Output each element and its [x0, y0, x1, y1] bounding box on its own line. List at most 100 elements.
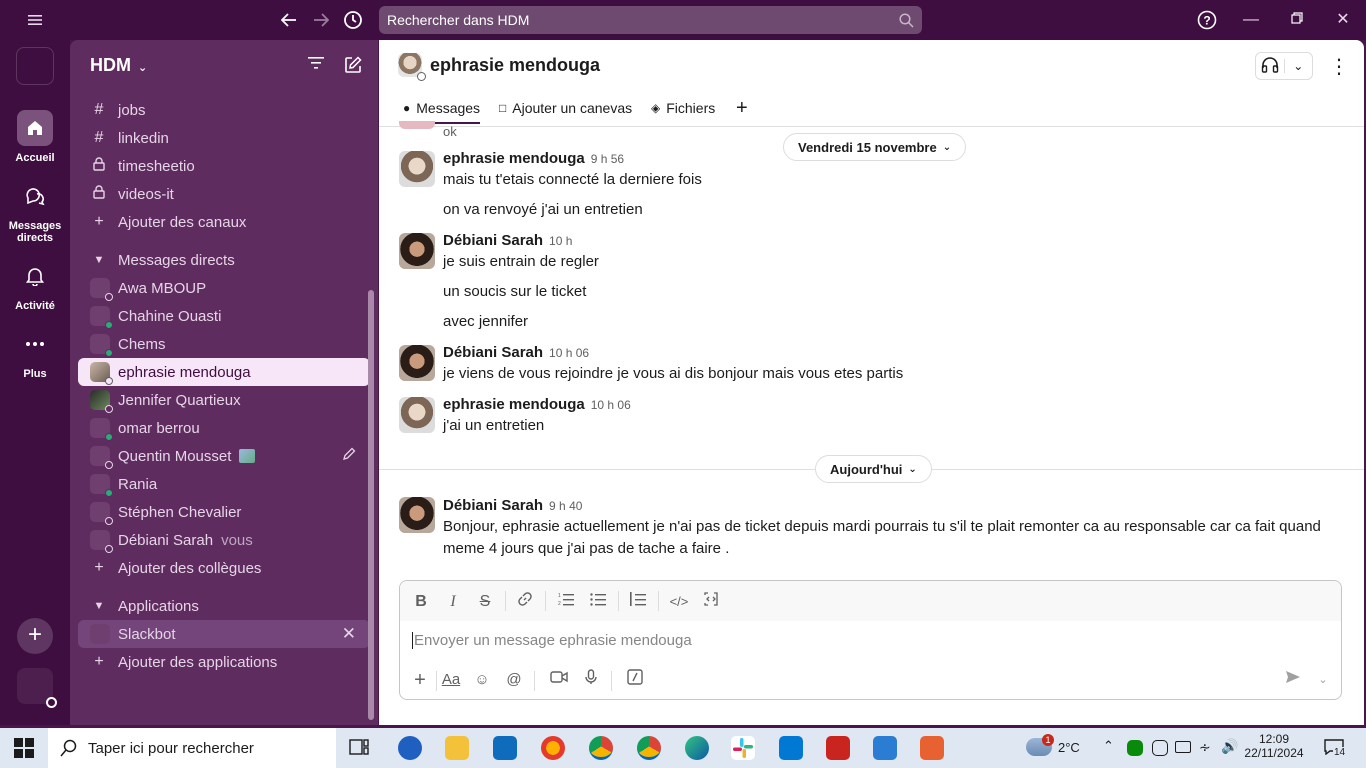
weather-icon[interactable]: 1 [1026, 734, 1054, 756]
dm-quentin-mousset[interactable]: Quentin Mousset [78, 442, 370, 470]
compose-icon[interactable] [344, 56, 364, 76]
rail-more[interactable]: Plus [0, 326, 70, 380]
tab-add-canvas[interactable]: □ Ajouter un canevas [499, 100, 632, 116]
file-explorer-icon[interactable] [445, 736, 469, 760]
avatar[interactable] [399, 345, 435, 381]
workspace-switcher[interactable] [16, 47, 54, 85]
taskbar-search-box[interactable]: Taper ici pour rechercher [48, 728, 336, 768]
filter-icon[interactable] [308, 56, 328, 76]
send-options-chevron-icon[interactable]: ⌄ [1312, 669, 1334, 691]
video-icon[interactable] [548, 669, 570, 691]
add-channels-button[interactable]: + Ajouter des canaux [78, 208, 370, 236]
avatar[interactable] [399, 397, 435, 433]
text-format-icon[interactable]: Aa [440, 669, 462, 691]
bold-icon[interactable]: B [410, 591, 432, 613]
add-tab-button[interactable]: + [736, 97, 748, 120]
outlook-icon[interactable] [493, 736, 517, 760]
temperature[interactable]: 2°C [1058, 740, 1080, 755]
message-author[interactable]: Débiani Sarah 10 h 06 [443, 344, 589, 361]
channel-timesheetio[interactable]: timesheetio [78, 152, 370, 180]
plus-icon[interactable]: + [409, 669, 431, 691]
task-view-icon[interactable] [348, 736, 372, 760]
channel-linkedin[interactable]: # linkedin [78, 124, 370, 152]
rail-activity[interactable]: Activité [0, 258, 70, 312]
sidebar-scrollbar[interactable] [368, 290, 374, 720]
send-icon[interactable] [1282, 669, 1304, 691]
date-divider-pill[interactable]: Aujourd'hui ⌄ [815, 455, 932, 483]
forward-arrow-icon[interactable] [309, 8, 333, 32]
vscode-icon[interactable] [779, 736, 803, 760]
huddle-button[interactable]: ⌄ [1255, 52, 1313, 80]
channel-title[interactable]: ephrasie mendouga [430, 55, 600, 76]
dm-rania[interactable]: Rania [78, 470, 370, 498]
dm-awa-mboup[interactable]: Awa MBOUP [78, 274, 370, 302]
workspace-name-button[interactable]: HDM ⌄ [90, 55, 147, 76]
link-icon[interactable] [514, 591, 536, 613]
avatar[interactable] [399, 497, 435, 533]
dm-section-header[interactable]: ▼ Messages directs [78, 246, 370, 274]
message-author[interactable]: Débiani Sarah 9 h 40 [443, 497, 582, 514]
bullet-list-icon[interactable] [587, 591, 609, 613]
avatar[interactable] [399, 233, 435, 269]
emoji-icon[interactable]: ☺ [471, 669, 493, 691]
windows-start-icon[interactable] [14, 738, 34, 763]
dm-omar-berrou[interactable]: omar berrou [78, 414, 370, 442]
chevron-up-icon[interactable]: ⌃ [1103, 738, 1114, 754]
slash-command-icon[interactable] [624, 669, 646, 691]
date-divider-pill[interactable]: Vendredi 15 novembre ⌄ [783, 133, 967, 161]
dm-stephen-chevalier[interactable]: Stéphen Chevalier [78, 498, 370, 526]
blockquote-icon[interactable] [627, 591, 649, 613]
edge-icon[interactable] [685, 736, 709, 760]
history-clock-icon[interactable] [341, 8, 365, 32]
firefox-icon[interactable] [541, 736, 565, 760]
strikethrough-icon[interactable]: S [474, 591, 496, 613]
avatar[interactable] [399, 151, 435, 187]
battery-icon[interactable] [1175, 741, 1191, 753]
slack-icon[interactable] [731, 736, 755, 760]
message-time[interactable]: 10 h 06 [591, 398, 631, 412]
channel-jobs[interactable]: # jobs [78, 96, 370, 124]
help-icon[interactable]: ? [1195, 8, 1219, 32]
more-options-icon[interactable]: ⋮ [1329, 54, 1349, 79]
user-avatar[interactable] [17, 668, 57, 708]
tab-files[interactable]: ◈ Fichiers [651, 100, 715, 116]
dm-jennifer-quartieux[interactable]: Jennifer Quartieux [78, 386, 370, 414]
channel-videos-it[interactable]: videos-it [78, 180, 370, 208]
dm-chems[interactable]: Chems [78, 330, 370, 358]
search-input[interactable]: Rechercher dans HDM [379, 6, 922, 34]
dm-chahine-ouasti[interactable]: Chahine Ouasti [78, 302, 370, 330]
dm-ephrasie-mendouga[interactable]: ephrasie mendouga [78, 358, 370, 386]
code-block-icon[interactable] [700, 591, 722, 613]
powerpoint-icon[interactable] [920, 736, 944, 760]
rail-dms[interactable]: Messages directs [0, 178, 70, 244]
acrobat-icon[interactable] [826, 736, 850, 760]
close-icon[interactable]: ✕ [342, 624, 356, 644]
clock[interactable]: 12:09 22/11/2024 [1244, 732, 1304, 760]
message-author[interactable]: ephrasie mendouga 9 h 56 [443, 150, 624, 167]
app-slackbot[interactable]: Slackbot ✕ [78, 620, 370, 648]
message-author[interactable]: Débiani Sarah 10 h [443, 232, 572, 249]
message-time[interactable]: 10 h [549, 234, 572, 248]
minimize-icon[interactable]: — [1241, 10, 1261, 30]
message-time[interactable]: 9 h 40 [549, 499, 582, 513]
back-arrow-icon[interactable] [277, 8, 301, 32]
italic-icon[interactable]: I [442, 591, 464, 613]
message-time[interactable]: 10 h 06 [549, 346, 589, 360]
message-author[interactable]: ephrasie mendouga 10 h 06 [443, 396, 631, 413]
rail-home[interactable]: Accueil [0, 110, 70, 164]
apps-section-header[interactable]: ▼ Applications [78, 592, 370, 620]
message-time[interactable]: 9 h 56 [591, 152, 624, 166]
add-workspace-button[interactable]: + [17, 618, 53, 654]
restore-icon[interactable] [1287, 10, 1307, 30]
volume-icon[interactable]: 🔊 [1221, 738, 1238, 755]
chrome-profile-icon[interactable] [589, 736, 613, 760]
notification-center-icon[interactable]: 14 [1324, 739, 1347, 758]
code-icon[interactable]: </> [668, 591, 690, 613]
menu-icon[interactable] [23, 8, 47, 32]
add-apps-button[interactable]: + Ajouter des applications [78, 648, 370, 676]
mention-icon[interactable]: @ [503, 669, 525, 691]
wifi-icon[interactable]: ∻ [1199, 739, 1211, 756]
ordered-list-icon[interactable]: 12 [555, 591, 577, 613]
pencil-icon[interactable] [342, 447, 356, 465]
microphone-icon[interactable] [580, 669, 602, 691]
